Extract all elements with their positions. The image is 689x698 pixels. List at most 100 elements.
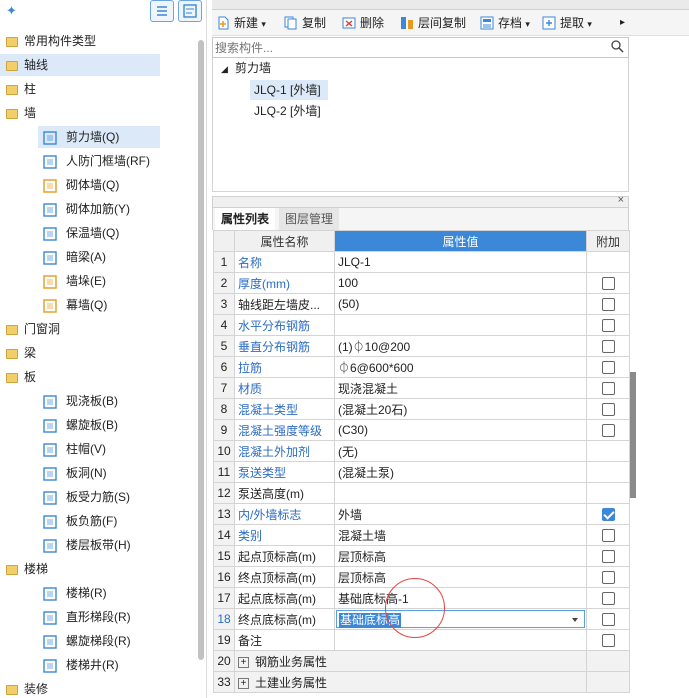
property-row[interactable]: 7 材质 现浇混凝土 bbox=[213, 377, 630, 399]
extra-checkbox[interactable] bbox=[601, 592, 615, 606]
tree-scrollbar[interactable] bbox=[198, 40, 204, 660]
extract-button[interactable]: 提取 ▾ bbox=[542, 14, 592, 32]
property-value[interactable]: 基础底标高 bbox=[334, 608, 587, 630]
properties-scrollbar[interactable] bbox=[630, 372, 636, 498]
extra-checkbox[interactable] bbox=[601, 424, 615, 438]
tree-item[interactable]: 板受力筋(S) bbox=[38, 486, 160, 508]
tree-item[interactable]: 直形梯段(R) bbox=[38, 606, 160, 628]
tree-item[interactable]: 楼梯 bbox=[0, 558, 160, 580]
property-row[interactable]: 8 混凝土类型 (混凝土20石) bbox=[213, 398, 630, 420]
tree-item[interactable]: 幕墙(Q) bbox=[38, 294, 160, 316]
tree-item[interactable]: 门窗洞 bbox=[0, 318, 160, 340]
property-row[interactable]: 1 名称 JLQ-1 bbox=[213, 251, 630, 273]
property-value[interactable] bbox=[334, 482, 587, 504]
tree-item[interactable]: 螺旋板(B) bbox=[38, 414, 160, 436]
property-name-header[interactable]: 属性名称 bbox=[234, 230, 335, 252]
tree-item[interactable]: 墙 bbox=[0, 102, 160, 124]
tree-item[interactable]: 剪力墙(Q) bbox=[38, 126, 160, 148]
tree-item[interactable]: 墙垛(E) bbox=[38, 270, 160, 292]
tab-layer-management[interactable]: 图层管理 bbox=[279, 208, 340, 230]
property-value[interactable]: (无) bbox=[334, 440, 587, 462]
property-row[interactable]: 13 内/外墙标志 外墙 bbox=[213, 503, 630, 525]
tree-item[interactable]: 梁 bbox=[0, 342, 160, 364]
tree-item[interactable]: 砌体墙(Q) bbox=[38, 174, 160, 196]
tree-item[interactable]: 柱 bbox=[0, 78, 160, 100]
close-icon[interactable]: × bbox=[618, 194, 624, 206]
property-row[interactable]: 14 类别 混凝土墙 bbox=[213, 524, 630, 546]
extra-checkbox[interactable] bbox=[601, 298, 615, 312]
extra-checkbox[interactable] bbox=[601, 571, 615, 585]
extra-checkbox[interactable] bbox=[601, 361, 615, 375]
property-row[interactable]: 9 混凝土强度等级 (C30) bbox=[213, 419, 630, 441]
property-row[interactable]: 12 泵送高度(m) bbox=[213, 482, 630, 504]
extra-checkbox[interactable] bbox=[601, 319, 615, 333]
tree-item[interactable]: 板 bbox=[0, 366, 160, 388]
property-value[interactable]: 混凝土墙 bbox=[334, 524, 587, 546]
copy-button[interactable]: 复制 bbox=[284, 14, 326, 32]
search-input[interactable] bbox=[213, 38, 603, 57]
property-value[interactable]: 基础底标高-1 bbox=[334, 587, 587, 609]
save-button[interactable]: 存档 ▾ bbox=[480, 14, 530, 32]
component-item-jlq-2[interactable]: JLQ-2 [外墙] bbox=[250, 101, 321, 121]
tree-item[interactable]: 常用构件类型 bbox=[0, 30, 160, 52]
property-value[interactable]: (1)⏀10@200 bbox=[334, 335, 587, 357]
property-row[interactable]: 11 泵送类型 (混凝土泵) bbox=[213, 461, 630, 483]
extra-checkbox[interactable] bbox=[601, 382, 615, 396]
property-group-row[interactable]: 20 + 钢筋业务属性 bbox=[213, 650, 630, 672]
property-row[interactable]: 4 水平分布钢筋 bbox=[213, 314, 630, 336]
tree-item[interactable]: 螺旋梯段(R) bbox=[38, 630, 160, 652]
tree-item[interactable]: 暗梁(A) bbox=[38, 246, 160, 268]
detail-view-button[interactable] bbox=[178, 0, 202, 22]
extra-checkbox[interactable] bbox=[601, 508, 615, 522]
tree-item[interactable]: 装修 bbox=[0, 678, 160, 698]
delete-button[interactable]: 删除 bbox=[342, 14, 384, 32]
expand-plus-icon[interactable]: + bbox=[238, 656, 249, 668]
extra-checkbox[interactable] bbox=[601, 634, 615, 648]
list-view-button[interactable] bbox=[150, 0, 174, 22]
tree-item[interactable]: 人防门框墙(RF) bbox=[38, 150, 160, 172]
extra-checkbox[interactable] bbox=[601, 277, 615, 291]
tree-item[interactable]: 砌体加筋(Y) bbox=[38, 198, 160, 220]
property-extra-header[interactable]: 附加 bbox=[586, 230, 630, 252]
property-value[interactable]: ⏀6@600*600 bbox=[334, 356, 587, 378]
tree-item[interactable]: 保温墙(Q) bbox=[38, 222, 160, 244]
property-value[interactable] bbox=[334, 629, 587, 651]
tree-item[interactable]: 板负筋(F) bbox=[38, 510, 160, 532]
property-row[interactable]: 6 拉筋 ⏀6@600*600 bbox=[213, 356, 630, 378]
property-value-header[interactable]: 属性值 bbox=[334, 230, 587, 252]
extra-checkbox[interactable] bbox=[601, 529, 615, 543]
property-value[interactable]: (C30) bbox=[334, 419, 587, 441]
component-item-jlq-1[interactable]: JLQ-1 [外墙] bbox=[250, 80, 328, 100]
extra-checkbox[interactable] bbox=[601, 340, 615, 354]
add-sparkle-icon[interactable]: ✦ bbox=[6, 3, 17, 19]
value-dropdown[interactable]: 基础底标高 bbox=[336, 610, 585, 628]
extra-checkbox[interactable] bbox=[601, 613, 615, 627]
tree-item[interactable]: 楼层板带(H) bbox=[38, 534, 160, 556]
property-value[interactable]: 100 bbox=[334, 272, 587, 294]
dropdown-arrow-icon[interactable] bbox=[572, 618, 578, 622]
property-value[interactable]: 层顶标高 bbox=[334, 566, 587, 588]
tree-item[interactable]: 现浇板(B) bbox=[38, 390, 160, 412]
property-row[interactable]: 5 垂直分布钢筋 (1)⏀10@200 bbox=[213, 335, 630, 357]
search-icon[interactable] bbox=[611, 40, 624, 56]
property-value[interactable]: 现浇混凝土 bbox=[334, 377, 587, 399]
extra-checkbox[interactable] bbox=[601, 403, 615, 417]
new-button[interactable]: 新建 ▾ bbox=[216, 14, 266, 32]
property-row[interactable]: 10 混凝土外加剂 (无) bbox=[213, 440, 630, 462]
tree-item[interactable]: 柱帽(V) bbox=[38, 438, 160, 460]
expand-plus-icon[interactable]: + bbox=[238, 677, 249, 689]
property-value[interactable]: (混凝土20石) bbox=[334, 398, 587, 420]
toolbar-more-icon[interactable]: ▸ bbox=[620, 14, 625, 32]
property-row[interactable]: 3 轴线距左墙皮... (50) bbox=[213, 293, 630, 315]
property-value[interactable] bbox=[334, 314, 587, 336]
property-group-row[interactable]: 33 + 土建业务属性 bbox=[213, 671, 630, 693]
property-value[interactable]: JLQ-1 bbox=[334, 251, 587, 273]
property-row[interactable]: 2 厚度(mm) 100 bbox=[213, 272, 630, 294]
tree-item[interactable]: 轴线 bbox=[0, 54, 160, 76]
property-row[interactable]: 15 起点顶标高(m) 层顶标高 bbox=[213, 545, 630, 567]
property-value[interactable]: (混凝土泵) bbox=[334, 461, 587, 483]
extra-checkbox[interactable] bbox=[601, 550, 615, 564]
property-value[interactable]: 外墙 bbox=[334, 503, 587, 525]
collapse-triangle-icon[interactable]: ◢ bbox=[221, 64, 228, 75]
layer-copy-button[interactable]: 层间复制 bbox=[400, 14, 466, 32]
